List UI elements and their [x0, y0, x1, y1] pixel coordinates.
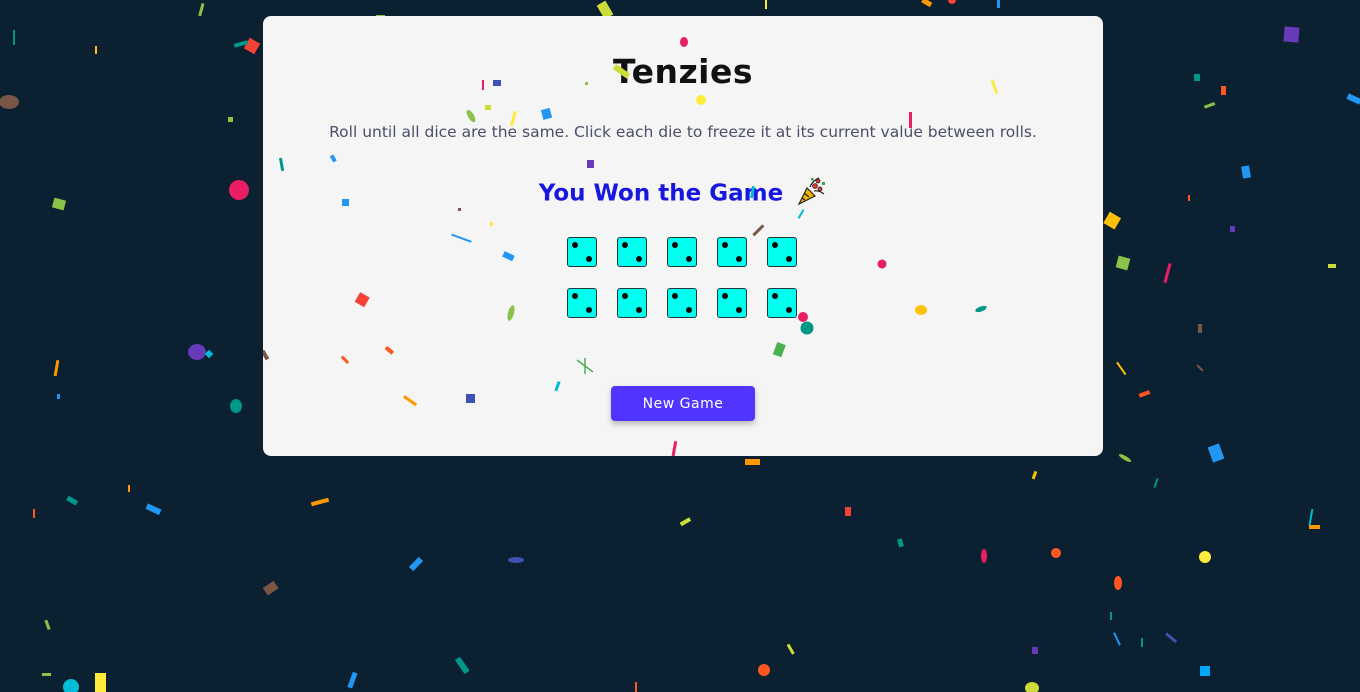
die-6[interactable]: [567, 288, 597, 318]
win-message: You Won the Game: [263, 176, 1103, 212]
die-pip: [636, 256, 642, 262]
die-pip: [686, 256, 692, 262]
die-pip: [672, 293, 678, 299]
party-popper-icon: [797, 176, 827, 212]
die-pip: [686, 307, 692, 313]
die-5[interactable]: [767, 237, 797, 267]
die-9[interactable]: [717, 288, 747, 318]
die-pip: [722, 242, 728, 248]
die-pip: [786, 256, 792, 262]
die-pip: [636, 307, 642, 313]
die-7[interactable]: [617, 288, 647, 318]
page-title: Tenzies: [612, 52, 754, 91]
die-pip: [622, 242, 628, 248]
die-8[interactable]: [667, 288, 697, 318]
die-pip: [586, 256, 592, 262]
die-pip: [586, 307, 592, 313]
die-pip: [572, 293, 578, 299]
game-card: Tenzies Roll until all dice are the same…: [263, 16, 1103, 456]
dice-grid: [567, 237, 799, 318]
die-1[interactable]: [567, 237, 597, 267]
die-pip: [672, 242, 678, 248]
new-game-button[interactable]: New Game: [611, 386, 755, 421]
die-pip: [622, 293, 628, 299]
die-3[interactable]: [667, 237, 697, 267]
instructions-text: Roll until all dice are the same. Click …: [329, 123, 1037, 141]
die-pip: [772, 242, 778, 248]
die-pip: [786, 307, 792, 313]
die-pip: [736, 256, 742, 262]
die-pip: [736, 307, 742, 313]
die-pip: [772, 293, 778, 299]
die-2[interactable]: [617, 237, 647, 267]
die-4[interactable]: [717, 237, 747, 267]
win-message-text: You Won the Game: [538, 180, 784, 207]
die-10[interactable]: [767, 288, 797, 318]
die-pip: [722, 293, 728, 299]
die-pip: [572, 242, 578, 248]
